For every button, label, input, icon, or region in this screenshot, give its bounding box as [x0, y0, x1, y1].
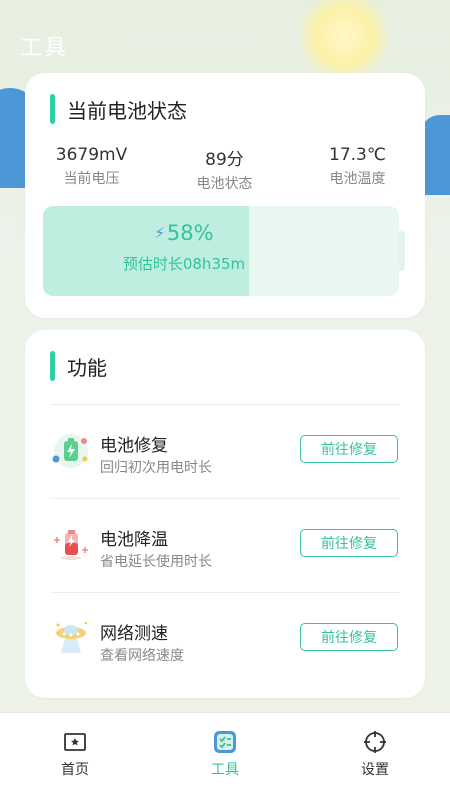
feature-item-battery-repair: 电池修复 回归初次用电时长 前往修复 — [25, 405, 425, 499]
battery-level-text: ⚡ 58% 预估时长08h35m — [43, 221, 325, 274]
stat-voltage: 3679mV 当前电压 — [25, 145, 158, 193]
stat-voltage-value: 3679mV — [55, 145, 128, 165]
tab-home-label: 首页 — [61, 762, 89, 778]
stat-health-value: 89分 — [205, 150, 244, 170]
home-icon — [62, 729, 88, 755]
battery-cooling-icon — [50, 523, 92, 565]
tab-home[interactable]: 首页 — [0, 713, 150, 801]
title-accent-bar — [50, 94, 55, 124]
battery-card-header: 当前电池状态 — [50, 93, 187, 125]
battery-repair-icon — [50, 429, 92, 471]
charging-bolt-icon: ⚡ — [154, 224, 165, 242]
feature-name: 电池修复 — [100, 436, 168, 456]
page-title: 工具 — [20, 36, 69, 61]
bottom-tab-bar: 首页 工具 设置 — [0, 712, 450, 801]
stat-temperature: 17.3℃ 电池温度 — [291, 145, 424, 193]
feature-desc: 查看网络速度 — [100, 648, 184, 664]
tab-settings-label: 设置 — [361, 762, 389, 778]
feature-name: 网络测速 — [100, 624, 168, 644]
battery-card-title: 当前电池状态 — [67, 98, 187, 123]
feature-desc: 省电延长使用时长 — [100, 554, 212, 570]
stat-temperature-value: 17.3℃ — [329, 145, 386, 165]
battery-terminal — [399, 231, 405, 271]
battery-percent: ⚡ 58% — [43, 221, 325, 245]
tab-tools-label: 工具 — [211, 762, 239, 778]
go-repair-button[interactable]: 前往修复 — [300, 529, 398, 557]
title-accent-bar — [50, 351, 55, 381]
go-repair-button[interactable]: 前往修复 — [300, 435, 398, 463]
settings-icon — [362, 729, 388, 755]
tab-settings[interactable]: 设置 — [300, 713, 450, 801]
stat-temperature-label: 电池温度 — [329, 171, 386, 187]
tab-tools[interactable]: 工具 — [150, 713, 300, 801]
stat-health: 89分 电池状态 — [158, 145, 291, 193]
feature-name: 电池降温 — [100, 530, 168, 550]
battery-stats: 3679mV 当前电压 89分 电池状态 17.3℃ 电池温度 — [25, 145, 425, 193]
battery-percent-value: 58% — [166, 221, 214, 245]
tools-icon — [212, 729, 238, 755]
battery-status-card: 当前电池状态 3679mV 当前电压 89分 电池状态 17.3℃ 电池温度 ⚡… — [25, 73, 425, 318]
features-card-header: 功能 — [50, 350, 107, 382]
battery-estimate: 预估时长08h35m — [122, 255, 246, 273]
features-card-title: 功能 — [67, 355, 107, 380]
feature-item-network-speed: 网络测速 查看网络速度 前往修复 — [25, 593, 425, 687]
stat-voltage-label: 当前电压 — [63, 171, 120, 187]
features-card: 功能 电池修复 回归初次用电时长 前往修复 电池降温 省电延长使用时长 前往修复… — [25, 330, 425, 698]
stat-health-label: 电池状态 — [196, 176, 253, 192]
feature-desc: 回归初次用电时长 — [100, 460, 212, 476]
feature-item-battery-cooling: 电池降温 省电延长使用时长 前往修复 — [25, 499, 425, 593]
go-repair-button[interactable]: 前往修复 — [300, 623, 398, 651]
network-speed-icon — [50, 617, 92, 659]
